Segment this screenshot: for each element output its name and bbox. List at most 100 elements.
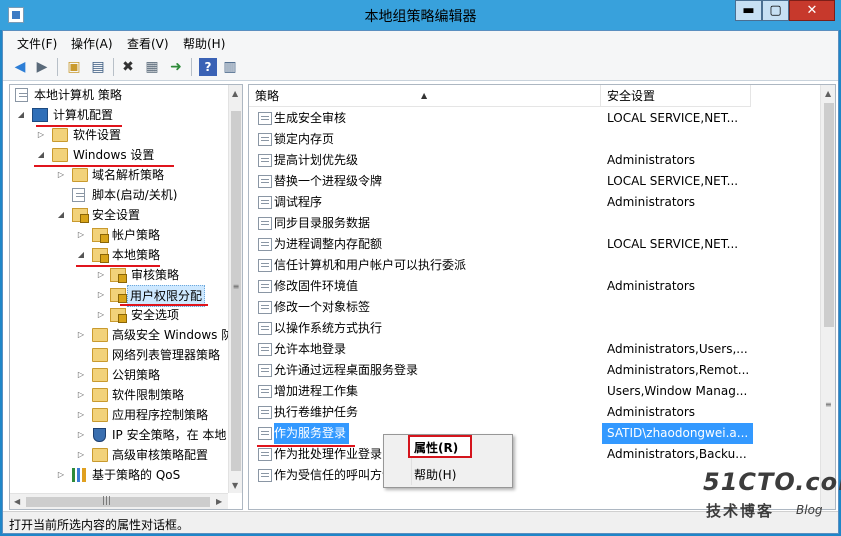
context-menu-help[interactable]: 帮助(H) bbox=[414, 466, 456, 483]
collapsed-arrow-icon[interactable]: ▷ bbox=[76, 365, 86, 385]
collapsed-arrow-icon[interactable]: ▷ bbox=[76, 385, 86, 405]
column-header-label: 策略 bbox=[255, 89, 280, 103]
collapsed-arrow-icon[interactable]: ▷ bbox=[76, 405, 86, 425]
table-row[interactable]: 修改一个对象标签 bbox=[249, 297, 819, 318]
watermark-logo: 51CTO.com bbox=[703, 468, 841, 496]
table-row[interactable]: 同步目录服务数据 bbox=[249, 213, 819, 234]
policy-value: Administrators,Users,... bbox=[607, 342, 748, 356]
table-row[interactable]: 锁定内存页 bbox=[249, 129, 819, 150]
properties-icon[interactable]: ▦ bbox=[143, 58, 161, 76]
menu-bar: 文件(F) 操作(A) 查看(V) 帮助(H) bbox=[3, 31, 838, 53]
policy-name: 替换一个进程级令牌 bbox=[274, 174, 383, 188]
tree-horizontal-scrollbar[interactable]: ◀ ||| ▶ bbox=[10, 493, 228, 509]
delete-icon[interactable]: ✖ bbox=[119, 58, 137, 76]
list-vertical-scrollbar[interactable]: ▲ ≡ bbox=[820, 85, 835, 509]
policy-icon bbox=[258, 280, 272, 293]
collapsed-arrow-icon[interactable]: ▷ bbox=[56, 165, 66, 185]
policy-icon bbox=[258, 259, 272, 272]
forward-arrow-icon[interactable]: ▶ bbox=[33, 58, 51, 76]
collapsed-arrow-icon[interactable]: ▷ bbox=[76, 225, 86, 245]
table-row-selected[interactable]: 作为服务登录 SATID\zhaodongwei.a... bbox=[249, 423, 819, 444]
table-row[interactable]: 允许本地登录 Administrators,Users,... bbox=[249, 339, 819, 360]
collapsed-arrow-icon[interactable]: ▷ bbox=[76, 425, 86, 445]
security-folder-icon bbox=[92, 228, 109, 243]
tree-node-label: 公钥策略 bbox=[112, 368, 161, 382]
minimize-button[interactable]: ▬ bbox=[735, 0, 762, 21]
table-row[interactable]: 修改固件环境值 Administrators bbox=[249, 276, 819, 297]
collapsed-arrow-icon[interactable]: ▷ bbox=[56, 465, 66, 485]
folder-icon bbox=[52, 148, 68, 162]
tree-node-label: 网络列表管理器策略 bbox=[112, 348, 221, 362]
menu-file[interactable]: 文件(F) bbox=[17, 35, 57, 52]
table-row[interactable]: 以操作系统方式执行 bbox=[249, 318, 819, 339]
folder-icon bbox=[92, 368, 108, 382]
table-row[interactable]: 信任计算机和用户帐户可以执行委派 bbox=[249, 255, 819, 276]
view-icon[interactable]: ▥ bbox=[221, 58, 239, 76]
table-row[interactable]: 生成安全审核 LOCAL SERVICE,NET... bbox=[249, 108, 819, 129]
tree-node-label: 安全选项 bbox=[131, 308, 180, 322]
table-row[interactable]: 为进程调整内存配额 LOCAL SERVICE,NET... bbox=[249, 234, 819, 255]
expanded-arrow-icon[interactable]: ◢ bbox=[16, 105, 26, 125]
policy-name: 生成安全审核 bbox=[274, 111, 347, 125]
scroll-up-icon[interactable]: ▲ bbox=[232, 89, 238, 98]
show-tree-icon[interactable]: ▤ bbox=[89, 58, 107, 76]
scroll-left-icon[interactable]: ◀ bbox=[14, 497, 20, 506]
security-folder-icon bbox=[110, 268, 127, 283]
scroll-thumb[interactable] bbox=[26, 497, 210, 507]
menu-help[interactable]: 帮助(H) bbox=[183, 35, 225, 52]
security-folder-icon bbox=[92, 248, 109, 263]
collapsed-arrow-icon[interactable]: ▷ bbox=[96, 265, 106, 285]
table-row[interactable]: 增加进程工作集 Users,Window Manag... bbox=[249, 381, 819, 402]
maximize-button[interactable]: ▢ bbox=[762, 0, 789, 21]
column-header-setting[interactable]: 安全设置 bbox=[601, 85, 751, 107]
policy-name: 增加进程工作集 bbox=[274, 384, 359, 398]
policy-icon bbox=[258, 406, 272, 419]
column-header-policy[interactable]: 策略 ▲ bbox=[249, 85, 601, 107]
menu-view[interactable]: 查看(V) bbox=[127, 35, 169, 52]
menu-action[interactable]: 操作(A) bbox=[71, 35, 113, 52]
collapsed-arrow-icon[interactable]: ▷ bbox=[96, 285, 106, 305]
policy-icon bbox=[258, 343, 272, 356]
table-row[interactable]: 执行卷维护任务 Administrators bbox=[249, 402, 819, 423]
table-row[interactable]: 调试程序 Administrators bbox=[249, 192, 819, 213]
table-row[interactable]: 允许通过远程桌面服务登录 Administrators,Remot... bbox=[249, 360, 819, 381]
table-row[interactable]: 替换一个进程级令牌 LOCAL SERVICE,NET... bbox=[249, 171, 819, 192]
context-menu-properties-label[interactable]: 属性(R) bbox=[414, 439, 458, 456]
policy-doc-icon bbox=[15, 88, 28, 102]
scroll-down-icon[interactable]: ▼ bbox=[232, 481, 238, 490]
table-row[interactable]: 作为批处理作业登录 Administrators,Backu... bbox=[249, 444, 819, 465]
tree-node-label: Windows 设置 bbox=[73, 148, 155, 162]
close-button[interactable]: ✕ bbox=[789, 0, 835, 21]
collapsed-arrow-icon[interactable]: ▷ bbox=[76, 445, 86, 465]
expanded-arrow-icon[interactable]: ◢ bbox=[56, 205, 66, 225]
policy-value: LOCAL SERVICE,NET... bbox=[607, 237, 739, 251]
tree-node-label: 计算机配置 bbox=[53, 108, 114, 122]
back-arrow-icon[interactable]: ◀ bbox=[11, 58, 29, 76]
tree-node-label: 帐户策略 bbox=[112, 228, 161, 242]
expanded-arrow-icon[interactable]: ◢ bbox=[76, 245, 86, 265]
scroll-thumb[interactable] bbox=[231, 111, 241, 471]
scroll-thumb[interactable] bbox=[824, 103, 834, 327]
expanded-arrow-icon[interactable]: ◢ bbox=[36, 145, 46, 165]
table-row[interactable]: 提高计划优先级 Administrators bbox=[249, 150, 819, 171]
tree-node-label: 应用程序控制策略 bbox=[112, 408, 209, 422]
tree-vertical-scrollbar[interactable]: ▲ ≡ ▼ bbox=[228, 85, 242, 493]
policy-icon bbox=[258, 385, 272, 398]
policy-name: 提高计划优先级 bbox=[274, 153, 359, 167]
collapsed-arrow-icon[interactable]: ▷ bbox=[36, 125, 46, 145]
export-list-icon[interactable]: ➜ bbox=[167, 58, 185, 76]
policy-name: 允许本地登录 bbox=[274, 342, 347, 356]
policy-icon bbox=[258, 133, 272, 146]
policy-icon bbox=[258, 322, 272, 335]
scroll-up-icon[interactable]: ▲ bbox=[825, 89, 831, 98]
scroll-right-icon[interactable]: ▶ bbox=[216, 497, 222, 506]
collapsed-arrow-icon[interactable]: ▷ bbox=[96, 305, 106, 325]
collapsed-arrow-icon[interactable]: ▷ bbox=[76, 325, 86, 345]
up-folder-icon[interactable]: ▣ bbox=[65, 58, 83, 76]
help-icon[interactable]: ? bbox=[199, 58, 217, 76]
tree-node-label: 本地策略 bbox=[112, 248, 161, 262]
folder-icon bbox=[92, 348, 108, 362]
toolbar: ◀ ▶ ▣ ▤ ✖ ▦ ➜ ? ▥ bbox=[3, 53, 838, 81]
policy-name: 以操作系统方式执行 bbox=[274, 321, 383, 335]
policy-name: 同步目录服务数据 bbox=[274, 216, 371, 230]
